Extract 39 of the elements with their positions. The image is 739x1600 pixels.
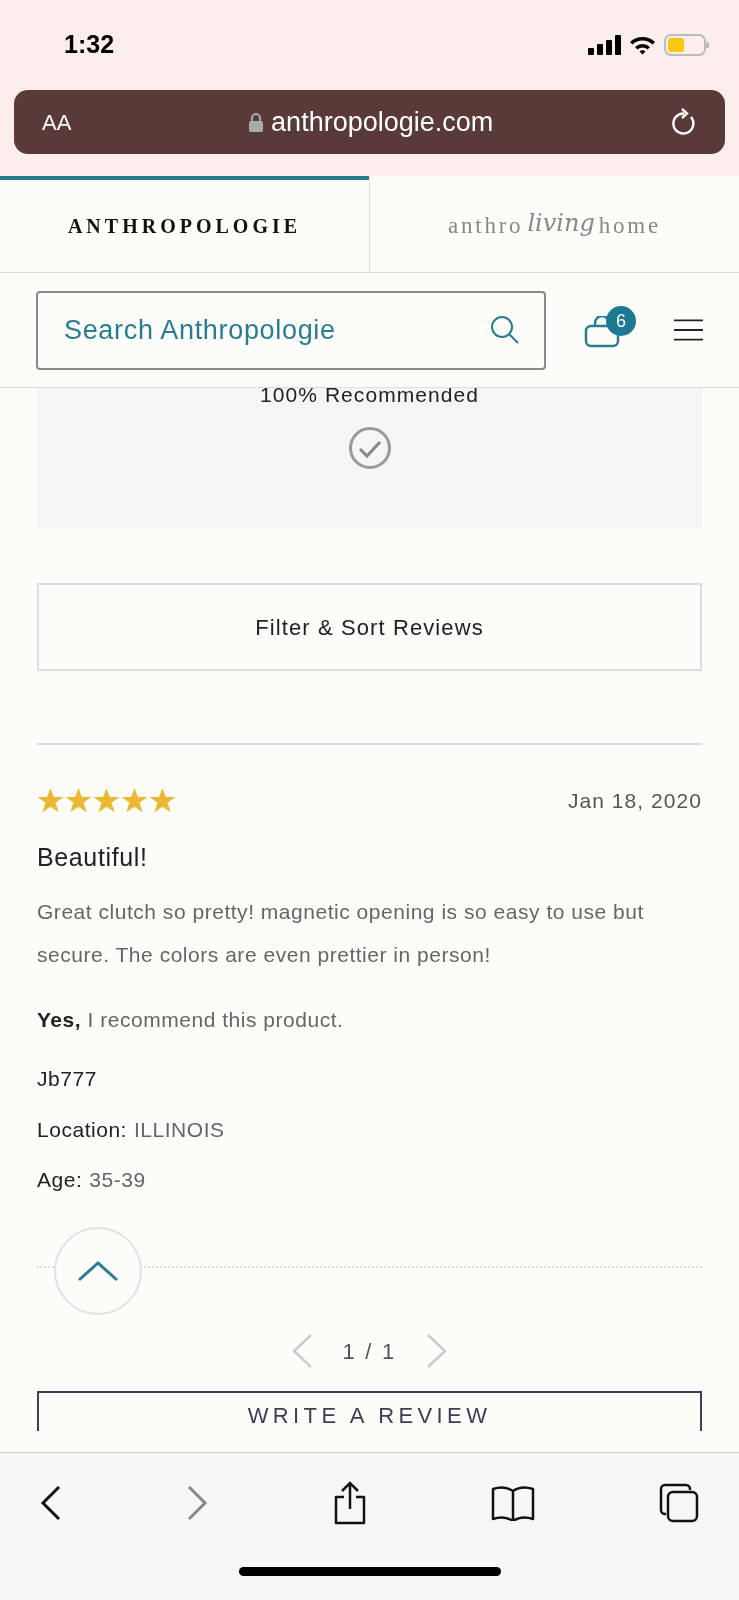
chevron-up-icon bbox=[77, 1260, 119, 1282]
tabs-icon[interactable] bbox=[659, 1483, 699, 1523]
battery-icon bbox=[664, 34, 709, 56]
back-icon[interactable] bbox=[40, 1485, 62, 1521]
bookmarks-icon[interactable] bbox=[490, 1485, 535, 1521]
text-size-button[interactable]: AA bbox=[42, 105, 72, 139]
filter-sort-button[interactable]: Filter & Sort Reviews bbox=[37, 583, 702, 671]
write-review-button[interactable]: WRITE A REVIEW bbox=[37, 1391, 702, 1431]
brand-tab[interactable]: anthro living home bbox=[369, 176, 739, 272]
forward-icon[interactable] bbox=[186, 1485, 209, 1521]
menu-icon[interactable] bbox=[674, 319, 703, 341]
star-icon bbox=[121, 787, 148, 814]
search-field[interactable]: Search Anthropologie bbox=[36, 290, 546, 370]
star-icon bbox=[65, 787, 92, 814]
signal-icon bbox=[588, 35, 621, 55]
field-value: 35-39 bbox=[89, 1166, 146, 1193]
url-text: anthropologie.com bbox=[271, 105, 494, 139]
search-icon[interactable] bbox=[490, 314, 520, 345]
address-bar[interactable]: AA anthropologie.com bbox=[14, 90, 725, 154]
lock-icon bbox=[249, 112, 264, 132]
recommend-statement: Yes, I recommend this product. bbox=[37, 1007, 345, 1033]
review-body: Great clutch so pretty! magnetic opening is so easy to use but secure. The colors are even prettier in person! bbox=[37, 899, 645, 968]
checkmark-circle-icon bbox=[347, 426, 392, 470]
cart-count: 6 bbox=[606, 306, 637, 336]
field-label: Age: bbox=[37, 1166, 83, 1193]
reload-icon[interactable] bbox=[671, 108, 697, 136]
reviewer-name: Jb777 bbox=[37, 1065, 98, 1092]
review-title: Beautiful! bbox=[37, 841, 149, 873]
field-label: Location: bbox=[37, 1117, 127, 1143]
star-icon bbox=[93, 787, 120, 814]
review-date: Jan 18, 2020 bbox=[567, 788, 702, 814]
page-indicator: 1 / 1 bbox=[342, 1337, 397, 1366]
brand-tab[interactable]: ANTHROPOLOGIE bbox=[0, 176, 369, 272]
star-icon bbox=[37, 787, 64, 814]
share-icon[interactable] bbox=[332, 1481, 367, 1525]
field-value: ILLINOIS bbox=[133, 1117, 225, 1143]
star-icon bbox=[149, 787, 176, 814]
wifi-icon bbox=[629, 35, 656, 55]
status-time: 1:32 bbox=[64, 29, 115, 61]
